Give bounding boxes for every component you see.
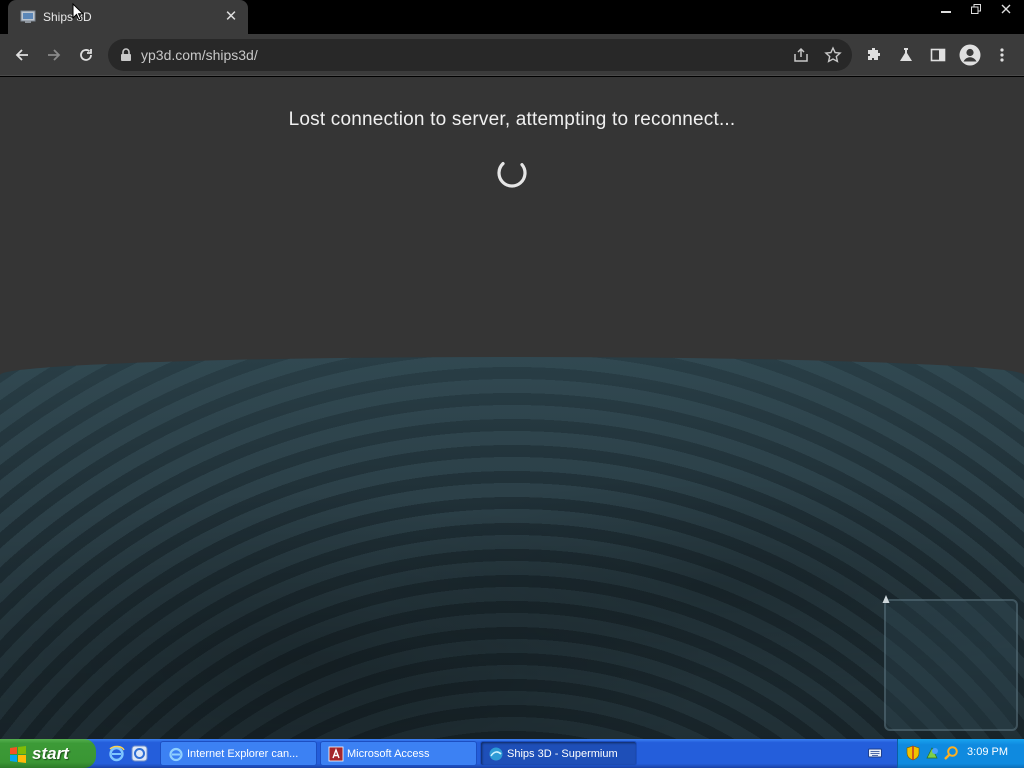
bookmark-star-icon[interactable] [824, 46, 842, 64]
connection-status-message: Lost connection to server, attempting to… [288, 109, 736, 130]
security-shield-icon[interactable] [905, 745, 921, 761]
close-window-button[interactable] [994, 0, 1018, 17]
profile-avatar-icon[interactable] [959, 44, 981, 66]
address-bar[interactable]: yp3d.com/ships3d/ [108, 39, 852, 71]
extensions-icon[interactable] [865, 46, 883, 64]
arrow-right-icon [48, 49, 61, 61]
task-label: Microsoft Access [347, 747, 430, 760]
task-label: Ships 3D - Supermium [507, 747, 618, 760]
browser-titlebar: Ships 3D ✕ [0, 0, 1024, 34]
forward-button[interactable] [41, 42, 67, 68]
arrow-left-icon [15, 49, 28, 61]
restore-icon [971, 3, 981, 14]
taskbar-item-ships-3d[interactable]: Ships 3D - Supermium [480, 741, 637, 766]
keyboard-language-icon[interactable] [868, 746, 882, 760]
url-text[interactable]: yp3d.com/ships3d/ [141, 47, 258, 63]
side-panel-icon[interactable] [929, 46, 947, 64]
monitor-icon [20, 10, 36, 23]
tab-title: Ships 3D [43, 10, 92, 24]
ie-icon [169, 747, 183, 762]
browser-quicklaunch-icon[interactable] [131, 745, 148, 762]
close-tab-icon[interactable]: ✕ [222, 8, 240, 26]
ie-quicklaunch-icon[interactable] [108, 745, 125, 762]
access-icon [328, 746, 344, 762]
start-button[interactable]: start [0, 739, 96, 768]
mouse-cursor-icon [72, 3, 84, 21]
network-icon[interactable] [924, 745, 940, 761]
share-icon[interactable] [792, 46, 810, 64]
ocean-shading [0, 357, 1024, 739]
browser-toolbar: yp3d.com/ships3d/ [0, 34, 1024, 76]
menu-kebab-icon[interactable] [993, 46, 1011, 64]
reload-button[interactable] [73, 42, 99, 68]
minimize-window-button[interactable] [934, 0, 958, 17]
close-icon [1001, 4, 1011, 13]
taskbar-item-internet-explorer[interactable]: Internet Explorer can... [160, 741, 317, 766]
system-tray: 3:09 PM [897, 739, 1024, 768]
window-controls [928, 0, 1018, 18]
game-viewport[interactable]: Lost connection to server, attempting to… [0, 77, 1024, 739]
supermium-icon [489, 747, 503, 761]
lock-icon [121, 48, 131, 61]
minimize-icon [941, 10, 951, 13]
labs-flask-icon[interactable] [897, 46, 915, 64]
task-label: Internet Explorer can... [187, 747, 299, 760]
loading-spinner-icon [497, 158, 527, 188]
windows-logo-icon [10, 746, 26, 763]
taskbar-item-microsoft-access[interactable]: Microsoft Access [320, 741, 477, 766]
search-magnifier-icon[interactable] [943, 745, 959, 761]
start-label: start [32, 743, 69, 763]
back-button[interactable] [9, 42, 35, 68]
restore-window-button[interactable] [964, 0, 988, 17]
minimap-panel[interactable] [882, 595, 1018, 731]
taskbar: start Internet Explorer can... Microsoft… [0, 739, 1024, 768]
minimap-player-marker-icon [882, 595, 890, 603]
reload-icon [80, 49, 92, 61]
tab-ships-3d[interactable]: Ships 3D ✕ [8, 0, 248, 34]
taskbar-clock[interactable]: 3:09 PM [967, 746, 1008, 758]
